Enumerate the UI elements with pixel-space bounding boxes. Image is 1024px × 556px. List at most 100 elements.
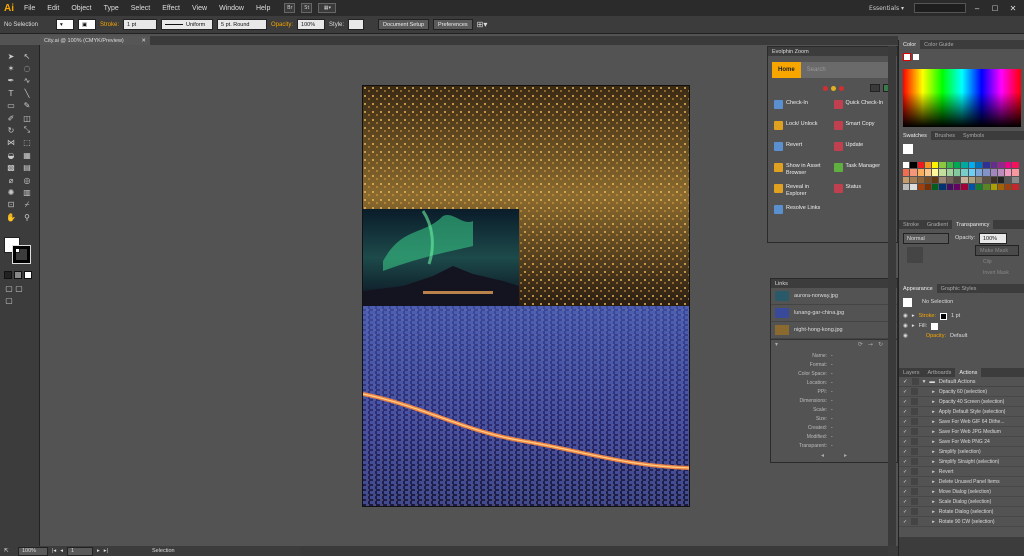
swatch[interactable]	[1012, 162, 1019, 169]
artboard-tool-icon[interactable]: ⊡	[6, 200, 16, 210]
expand-arrow-icon[interactable]: ▸	[932, 479, 935, 485]
tab-graphic-styles[interactable]: Graphic Styles	[937, 284, 981, 293]
swatch[interactable]	[975, 169, 983, 176]
artboard-number-field[interactable]: 1	[66, 546, 93, 556]
link-item[interactable]: aurora-norway.jpg	[771, 288, 897, 305]
action-dialog-toggle[interactable]	[911, 498, 919, 505]
swatch[interactable]	[932, 176, 939, 183]
next-artboard-icon[interactable]: ▸	[97, 548, 100, 554]
swatch[interactable]	[917, 162, 924, 169]
opacity-label[interactable]: Opacity:	[271, 22, 293, 28]
swatch[interactable]	[932, 183, 939, 191]
stroke-swatch[interactable]: ▣	[78, 19, 96, 30]
evolphin-action-revert[interactable]: Revert	[774, 142, 834, 159]
gradient-mode-icon[interactable]	[14, 271, 22, 279]
action-item[interactable]: ✓ ▸ Scale Dialog (selection)	[899, 497, 1024, 507]
show-info-icon[interactable]: ▾	[775, 341, 778, 348]
action-check-icon[interactable]: ✓	[903, 439, 907, 445]
menu-object[interactable]: Object	[65, 5, 97, 12]
action-check-icon[interactable]: ✓	[903, 449, 907, 455]
fill-swatch[interactable]	[931, 322, 939, 330]
swatch[interactable]	[983, 162, 990, 169]
swatch[interactable]	[968, 162, 975, 169]
swatch[interactable]	[1012, 183, 1019, 191]
action-check-icon[interactable]: ✓	[903, 379, 908, 385]
swatch[interactable]	[968, 183, 975, 191]
action-dialog-toggle[interactable]	[911, 448, 919, 455]
action-dialog-toggle[interactable]	[911, 408, 919, 415]
tab-symbols[interactable]: Symbols	[959, 131, 988, 140]
swatch[interactable]	[968, 169, 975, 176]
expand-arrow-icon[interactable]: ▸	[932, 459, 935, 465]
action-dialog-toggle[interactable]	[911, 378, 919, 385]
artboard-nav-icon[interactable]: ⇱	[4, 548, 14, 554]
document-setup-button[interactable]: Document Setup	[378, 19, 430, 30]
search-tab[interactable]: Search	[801, 67, 832, 73]
swatch[interactable]	[961, 162, 968, 169]
stroke-color-box[interactable]	[12, 245, 31, 264]
variable-width-profile[interactable]: Uniform	[161, 19, 214, 30]
workspace-switcher[interactable]: Essentials ▾	[869, 5, 904, 12]
perspective-grid-tool-icon[interactable]: ▦	[22, 150, 32, 160]
appearance-stroke-value[interactable]: 1 pt	[951, 313, 960, 319]
expand-arrow-icon[interactable]: ▸	[932, 449, 935, 455]
artboard[interactable]	[362, 85, 690, 507]
menu-select[interactable]: Select	[125, 5, 156, 12]
action-check-icon[interactable]: ✓	[903, 429, 907, 435]
minimize-icon[interactable]: ‒	[970, 4, 984, 13]
fill-swatch[interactable]: ▾	[56, 19, 74, 30]
action-item[interactable]: ✓ ▸ Save For Web JPG Medium	[899, 427, 1024, 437]
link-item[interactable]: night-hong-kong.jpg	[771, 322, 897, 339]
blend-tool-icon[interactable]: ◎	[22, 175, 32, 185]
swatch[interactable]	[997, 162, 1005, 169]
shape-builder-tool-icon[interactable]: ◒	[6, 150, 16, 160]
swatch[interactable]	[932, 162, 939, 169]
column-graph-tool-icon[interactable]: ▥	[22, 187, 32, 197]
close-tab-icon[interactable]: ✕	[141, 38, 150, 44]
swatch[interactable]	[1012, 169, 1019, 176]
action-dialog-toggle[interactable]	[911, 458, 919, 465]
menu-help[interactable]: Help	[250, 5, 276, 12]
action-item[interactable]: ✓ ▸ Apply Default Style (selection)	[899, 407, 1024, 417]
action-check-icon[interactable]: ✓	[903, 499, 907, 505]
appearance-opacity-value[interactable]: Default	[950, 333, 967, 339]
action-dialog-toggle[interactable]	[911, 488, 919, 495]
first-artboard-icon[interactable]: |◂	[52, 548, 56, 554]
free-transform-tool-icon[interactable]: ⬚	[22, 138, 32, 148]
tab-swatches[interactable]: Swatches	[899, 131, 931, 140]
expand-arrow-icon[interactable]: ▸	[932, 469, 935, 475]
swatch[interactable]	[961, 183, 968, 191]
swatch[interactable]	[946, 162, 954, 169]
magic-wand-tool-icon[interactable]: ✶	[6, 63, 16, 73]
action-dialog-toggle[interactable]	[911, 478, 919, 485]
tab-color[interactable]: Color	[899, 40, 921, 49]
transparency-opacity-field[interactable]: 100%	[979, 233, 1007, 244]
lasso-tool-icon[interactable]: ◌	[22, 63, 32, 73]
line-tool-icon[interactable]: ╲	[22, 88, 32, 98]
tab-layers[interactable]: Layers	[899, 368, 924, 377]
action-dialog-toggle[interactable]	[911, 508, 919, 515]
evolphin-action-resolve-links[interactable]: Resolve Links	[774, 205, 834, 222]
slice-tool-icon[interactable]: ⌿	[22, 200, 32, 210]
expand-arrow-icon[interactable]: ▸	[932, 429, 935, 435]
swatch[interactable]	[910, 162, 917, 169]
visibility-eye-icon[interactable]: ◉	[903, 323, 908, 329]
relink-icon[interactable]: ⟳	[858, 341, 863, 348]
appearance-fill-label[interactable]: Fill:	[919, 323, 928, 329]
action-dialog-toggle[interactable]	[911, 398, 919, 405]
zoom-field[interactable]: 100%	[18, 546, 48, 556]
action-check-icon[interactable]: ✓	[903, 509, 907, 515]
swatch[interactable]	[1012, 176, 1019, 183]
expand-arrow-icon[interactable]: ▸	[912, 313, 915, 319]
blend-mode-select[interactable]: Normal	[903, 233, 949, 244]
swatch[interactable]	[990, 169, 997, 176]
expand-arrow-icon[interactable]: ▸	[932, 519, 935, 525]
refresh-icon[interactable]	[870, 84, 880, 92]
horizontal-scrollbar[interactable]	[300, 546, 888, 556]
swatch[interactable]	[946, 183, 954, 191]
action-item[interactable]: ✓ ▸ Move Dialog (selection)	[899, 487, 1024, 497]
type-tool-icon[interactable]: T	[6, 88, 16, 98]
color-mode-icon[interactable]	[4, 271, 12, 279]
rotate-tool-icon[interactable]: ↻	[6, 125, 16, 135]
shaper-tool-icon[interactable]: ✐	[6, 113, 16, 123]
